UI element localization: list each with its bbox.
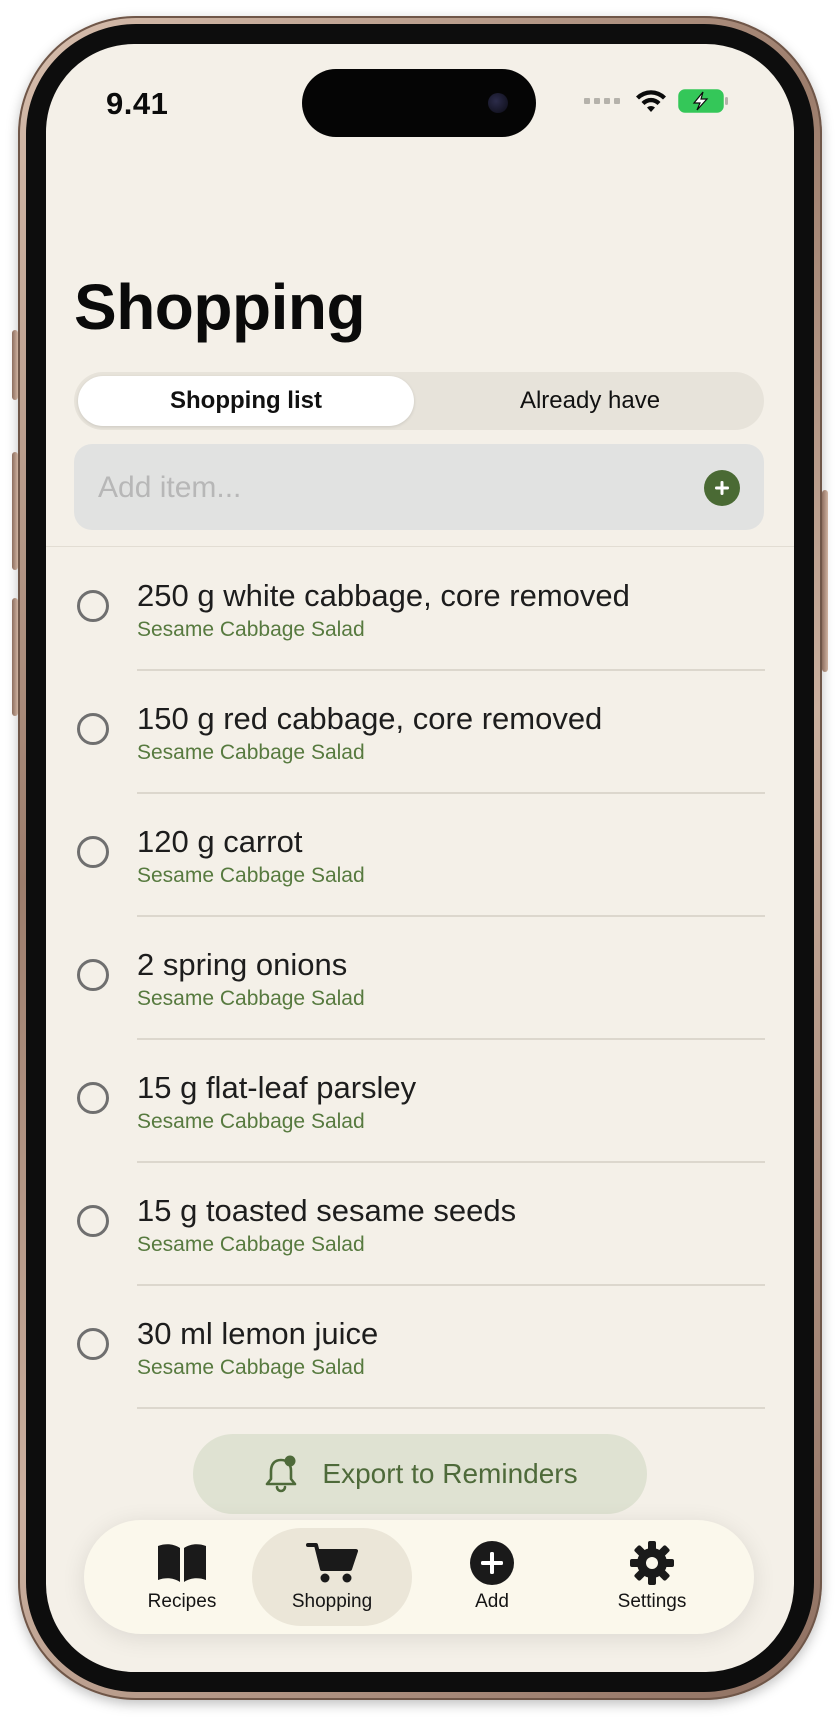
tab-label: Settings [617, 1591, 687, 1612]
gear-icon [629, 1541, 675, 1585]
tab-recipes[interactable]: Recipes [102, 1528, 262, 1626]
divider [137, 1407, 765, 1409]
tab-add[interactable]: Add [412, 1528, 572, 1626]
checkbox[interactable] [77, 1205, 109, 1237]
item-name: 250 g white cabbage, core removed [137, 578, 630, 613]
status-time: 9.41 [106, 86, 169, 121]
tab-label: Add [475, 1591, 509, 1612]
item-name: 15 g toasted sesame seeds [137, 1193, 517, 1228]
checkbox[interactable] [77, 590, 109, 622]
item-recipe: Sesame Cabbage Salad [137, 618, 365, 641]
item-recipe: Sesame Cabbage Salad [137, 864, 365, 887]
checkbox[interactable] [77, 713, 109, 745]
dynamic-island [302, 69, 536, 137]
add-item-input[interactable] [96, 444, 660, 532]
checkbox[interactable] [77, 1082, 109, 1114]
checkbox[interactable] [77, 836, 109, 868]
checkbox[interactable] [77, 959, 109, 991]
tab-settings[interactable]: Settings [572, 1528, 732, 1626]
wifi-icon [636, 90, 666, 112]
volume-up-button [12, 452, 18, 570]
list-item[interactable]: 15 g toasted sesame seeds Sesame Cabbage… [46, 1163, 794, 1286]
list-item[interactable]: 250 g white cabbage, core removed Sesame… [46, 548, 794, 671]
cart-icon [306, 1541, 358, 1585]
item-recipe: Sesame Cabbage Salad [137, 741, 365, 764]
segment-shopping-list[interactable]: Shopping list [78, 376, 414, 426]
power-button [822, 490, 828, 672]
item-name: 150 g red cabbage, core removed [137, 701, 603, 736]
checkbox[interactable] [77, 1328, 109, 1360]
item-name: 2 spring onions [137, 947, 348, 982]
export-to-reminders-button[interactable]: Export to Reminders [193, 1434, 647, 1514]
item-name: 120 g carrot [137, 824, 303, 859]
segmented-control: Shopping list Already have [74, 372, 764, 430]
segment-already-have[interactable]: Already have [420, 376, 760, 426]
book-icon [156, 1541, 208, 1585]
item-recipe: Sesame Cabbage Salad [137, 1110, 365, 1133]
bell-badge-icon [266, 1455, 297, 1493]
item-recipe: Sesame Cabbage Salad [137, 987, 365, 1010]
add-item-field [74, 444, 764, 532]
export-label: Export to Reminders [322, 1458, 578, 1489]
list-item[interactable]: 150 g red cabbage, core removed Sesame C… [46, 671, 794, 794]
signal-icon [584, 98, 620, 104]
item-name: 30 ml lemon juice [137, 1316, 379, 1351]
item-recipe: Sesame Cabbage Salad [137, 1356, 365, 1379]
list-item[interactable]: 2 spring onions Sesame Cabbage Salad [46, 917, 794, 1040]
tab-label: Recipes [147, 1591, 217, 1612]
camera-icon [488, 93, 508, 113]
item-name: 15 g flat-leaf parsley [137, 1070, 417, 1105]
plus-icon [715, 481, 729, 495]
list-item[interactable]: 30 ml lemon juice Sesame Cabbage Salad [46, 1286, 794, 1409]
add-item-button[interactable] [704, 470, 740, 506]
volume-down-button [12, 598, 18, 716]
shopping-list: 250 g white cabbage, core removed Sesame… [46, 548, 794, 1409]
tab-bar: Recipes Shopping Add Settings [84, 1520, 754, 1634]
status-icons [584, 88, 730, 114]
plus-circle-icon [469, 1541, 515, 1585]
header-divider [46, 546, 794, 547]
tab-shopping[interactable]: Shopping [252, 1528, 412, 1626]
list-item[interactable]: 120 g carrot Sesame Cabbage Salad [46, 794, 794, 917]
item-recipe: Sesame Cabbage Salad [137, 1233, 365, 1256]
battery-charging-icon [678, 89, 728, 113]
action-button [12, 330, 18, 400]
page-title: Shopping [74, 271, 366, 343]
tab-label: Shopping [291, 1591, 373, 1612]
list-item[interactable]: 15 g flat-leaf parsley Sesame Cabbage Sa… [46, 1040, 794, 1163]
